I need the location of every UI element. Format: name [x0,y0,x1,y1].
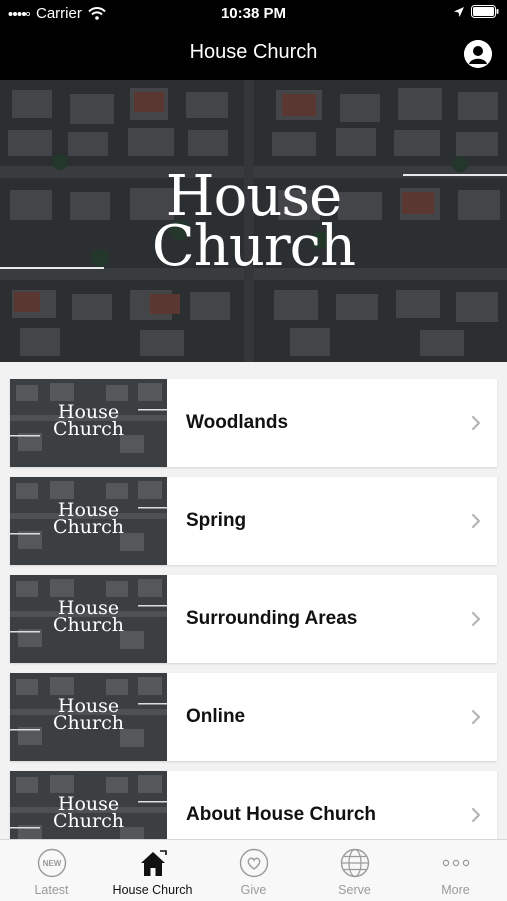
tab-more[interactable]: More [405,840,506,901]
thumbnail-logo-line-2: Church [53,712,124,734]
page-title: House Church [189,41,318,63]
list-item-label: Woodlands [186,412,289,433]
thumbnail-logo: House Church [10,795,167,832]
battery-icon [471,5,499,18]
status-bar: Carrier 10:38 PM [0,0,507,28]
tab-label: Give [240,883,267,897]
tab-latest[interactable]: NEW Latest [1,840,102,901]
chevron-right-icon [471,415,481,431]
list-item-spring[interactable]: House Church Spring [10,477,497,565]
thumbnail-logo: House Church [10,501,167,538]
list-item-online[interactable]: House Church Online [10,673,497,761]
more-dots-icon [442,859,470,867]
status-right [453,5,499,18]
tab-bar: NEW Latest House Church Give Serve More [0,839,507,901]
location-arrow-icon [454,6,464,17]
tab-give[interactable]: Give [203,840,304,901]
chevron-right-icon [471,513,481,529]
profile-icon [464,40,492,68]
new-badge-icon: NEW [37,848,67,878]
chevron-right-icon [471,611,481,627]
thumbnail-logo-line-2: Church [53,614,124,636]
tab-label: Serve [338,883,371,897]
navigation-bar: House Church [0,28,507,80]
thumbnail-logo-line-2: Church [53,810,124,832]
thumbnail-image: House Church [10,477,167,565]
list-item-label: Surrounding Areas [186,608,358,629]
thumbnail-logo: House Church [10,697,167,734]
thumbnail-image: House Church [10,575,167,663]
list-item-surrounding-areas[interactable]: House Church Surrounding Areas [10,575,497,663]
house-icon [141,850,167,876]
hero-banner: House Church [0,80,507,362]
chevron-right-icon [471,709,481,725]
tab-label: Latest [34,883,69,897]
profile-button[interactable] [464,40,492,68]
thumbnail-logo-line-2: Church [53,516,124,538]
thumbnail-logo: House Church [10,599,167,636]
logo-line-2: Church [151,214,356,279]
tab-serve[interactable]: Serve [304,840,405,901]
globe-icon [340,848,370,878]
heart-icon [239,848,269,878]
status-time: 10:38 PM [220,5,287,22]
thumbnail-image: House Church [10,379,167,467]
new-badge-text: NEW [43,859,62,868]
list-item-label: About House Church [186,804,376,825]
tab-label: House Church [112,883,193,897]
list-item-label: Online [186,706,246,727]
thumbnail-image: House Church [10,673,167,761]
thumbnail-logo: House Church [10,403,167,440]
list-item-label: Spring [186,510,247,531]
chevron-right-icon [471,807,481,823]
list-item-woodlands[interactable]: House Church Woodlands [10,379,497,467]
house-church-logo: House Church [0,169,507,279]
tab-house-church[interactable]: House Church [102,840,203,901]
thumbnail-logo-line-2: Church [53,418,124,440]
tab-label: More [441,883,470,897]
